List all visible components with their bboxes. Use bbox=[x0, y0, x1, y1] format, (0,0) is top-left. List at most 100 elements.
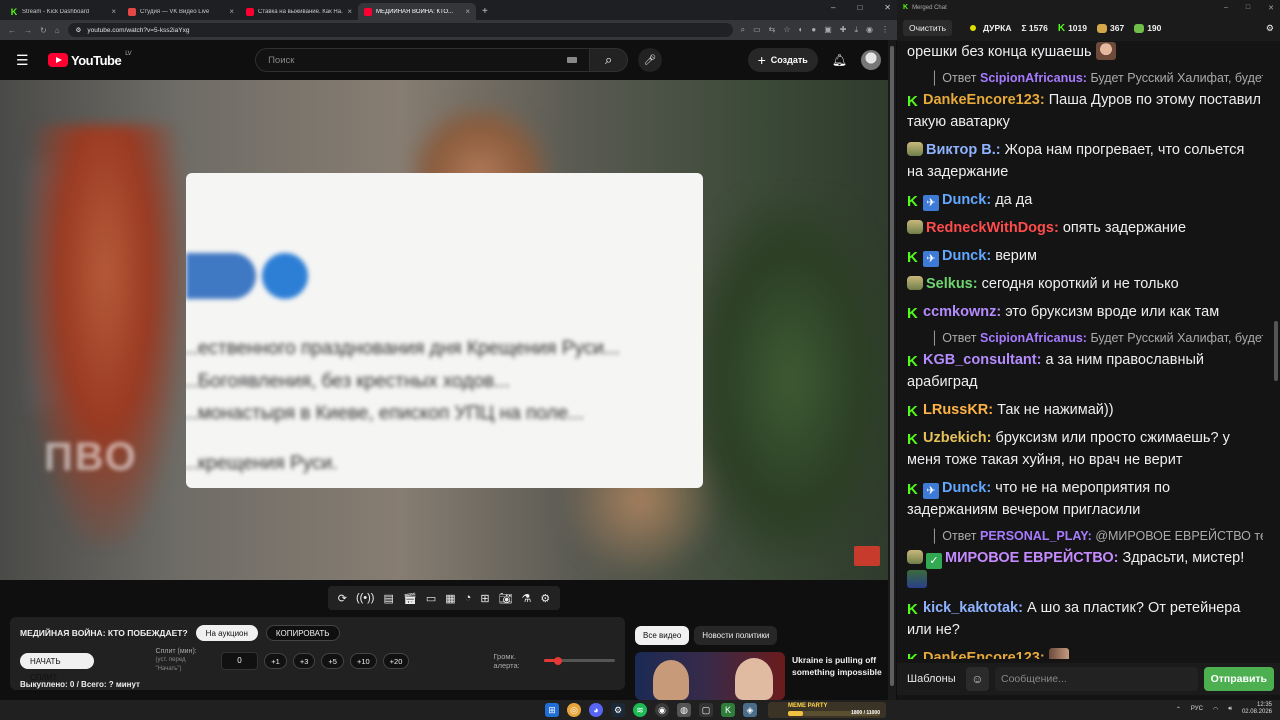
add-3-button[interactable]: +3 bbox=[292, 652, 316, 669]
chat-username[interactable]: DankeEncore123: bbox=[923, 92, 1045, 108]
app-icon[interactable]: ▢ bbox=[699, 703, 713, 717]
chat-username[interactable]: KGB_consultant: bbox=[923, 352, 1041, 368]
back-icon[interactable]: ← bbox=[8, 26, 16, 35]
chat-username[interactable]: LRussKR: bbox=[923, 402, 993, 418]
camera-icon[interactable]: 📷︎ bbox=[499, 592, 513, 605]
translate-icon[interactable]: ⇆ bbox=[769, 25, 776, 35]
new-tab-button[interactable]: + bbox=[482, 6, 488, 20]
create-button[interactable]: + Создать bbox=[747, 48, 818, 72]
profile-icon[interactable]: ◉ bbox=[866, 25, 873, 35]
notifications-bell-icon[interactable]: 🔔︎ bbox=[832, 53, 847, 67]
chat-username[interactable]: МИРОВОЕ ЕВРЕЙСТВО: bbox=[945, 550, 1118, 566]
reply-context[interactable]: │ Ответ PERSONAL_PLAY: @МИРОВОЕ ЕВРЕЙСТВ… bbox=[907, 527, 1263, 545]
bookmark-star-icon[interactable]: ☆ bbox=[783, 25, 790, 35]
close-tab-icon[interactable]: × bbox=[229, 7, 234, 16]
channel-watermark[interactable] bbox=[854, 546, 880, 566]
playlist-icon[interactable]: ▤ bbox=[383, 592, 393, 605]
split-minutes-input[interactable]: 0 bbox=[220, 651, 259, 670]
crop-icon[interactable]: ▭ bbox=[426, 592, 436, 605]
discord-icon[interactable]: ◕ bbox=[589, 703, 603, 717]
search-input[interactable]: Поиск bbox=[255, 48, 591, 72]
extension-icon[interactable]: ◐ bbox=[799, 25, 804, 35]
volume-icon[interactable]: 🔊︎ bbox=[1228, 706, 1232, 713]
settings-gear-icon[interactable]: ⚙ bbox=[1266, 23, 1274, 34]
film-strip-icon[interactable]: ▦ bbox=[445, 592, 455, 605]
youtube-logo[interactable]: YouTube LV bbox=[48, 51, 132, 68]
minimize-icon[interactable]: – bbox=[831, 3, 835, 12]
download-icon[interactable]: ⤓ bbox=[854, 25, 858, 35]
copy-button[interactable]: КОПИРОВАТЬ bbox=[265, 625, 340, 641]
chat-username[interactable]: Виктор В.: bbox=[926, 142, 1001, 158]
chrome-icon[interactable]: ◎ bbox=[567, 703, 581, 717]
chat-username[interactable]: Dunck: bbox=[942, 248, 991, 264]
add-box-icon[interactable]: ⊞ bbox=[480, 592, 489, 605]
site-info-icon[interactable]: ⚙ bbox=[76, 26, 82, 34]
voice-search-button[interactable]: 🎤︎ bbox=[638, 48, 663, 72]
forward-icon[interactable]: → bbox=[24, 26, 32, 35]
obs-icon[interactable]: ◉ bbox=[655, 703, 669, 717]
language-indicator[interactable]: РУС bbox=[1191, 706, 1203, 712]
extension-icon[interactable]: ▣ bbox=[824, 25, 832, 35]
chip-all-videos[interactable]: Все видео bbox=[635, 626, 690, 645]
close-tab-icon[interactable]: × bbox=[347, 7, 352, 16]
loop-icon[interactable]: ⟳ bbox=[338, 592, 347, 605]
minimize-icon[interactable]: – bbox=[1224, 4, 1228, 12]
chat-username[interactable]: RedneckWithDogs: bbox=[926, 220, 1059, 236]
app-icon[interactable]: ◍ bbox=[677, 703, 691, 717]
maximize-icon[interactable]: □ bbox=[1246, 4, 1250, 12]
app-icon[interactable]: ◈ bbox=[743, 703, 757, 717]
steam-icon[interactable]: ⚙ bbox=[611, 703, 625, 717]
hamburger-menu-icon[interactable]: ☰ bbox=[16, 52, 36, 69]
url-input[interactable]: ⚙ youtube.com/watch?v=5-kss2iaYxg bbox=[67, 23, 733, 37]
flask-icon[interactable]: ⚗ bbox=[522, 592, 532, 605]
chat-username[interactable]: Dunck: bbox=[942, 480, 991, 496]
add-1-button[interactable]: +1 bbox=[264, 652, 287, 669]
clear-chat-button[interactable]: Очистить bbox=[903, 20, 953, 36]
chat-username[interactable]: ccmkownz: bbox=[923, 304, 1001, 320]
reply-context[interactable]: │ Ответ ScipionAfricanus: Будет Русский … bbox=[907, 69, 1263, 87]
chat-username[interactable]: kick_kaktotak: bbox=[923, 600, 1023, 616]
meme-party-widget[interactable]: MEME PARTY 1800 / 11000 bbox=[768, 702, 886, 718]
page-scrollbar[interactable] bbox=[888, 40, 896, 700]
avatar[interactable] bbox=[861, 50, 881, 70]
extension-icon[interactable]: ● bbox=[811, 25, 816, 35]
wifi-icon[interactable]: ◠ bbox=[1213, 706, 1218, 713]
close-tab-icon[interactable]: × bbox=[111, 7, 116, 16]
close-window-icon[interactable]: ✕ bbox=[884, 3, 891, 12]
settings-gear-icon[interactable]: ⚙ bbox=[540, 592, 550, 605]
search-button[interactable]: ⌕ bbox=[590, 48, 629, 72]
emoji-picker-button[interactable]: ☺ bbox=[965, 667, 989, 691]
close-tab-icon[interactable]: × bbox=[465, 7, 470, 16]
chat-scrollbar[interactable] bbox=[1273, 41, 1279, 659]
chat-username[interactable]: DankeEncore123: bbox=[923, 650, 1045, 659]
recommended-video-title[interactable]: Ukraine is pulling off something impossi… bbox=[792, 654, 884, 678]
tab-youtube-active[interactable]: МЕДИЙНАЯ ВОЙНА: КТО... × bbox=[358, 3, 476, 20]
speedometer-icon[interactable]: ◔ bbox=[465, 592, 472, 604]
close-window-icon[interactable]: ✕ bbox=[1268, 4, 1274, 12]
spotify-icon[interactable]: ≋ bbox=[633, 703, 647, 717]
add-10-button[interactable]: +10 bbox=[349, 652, 377, 669]
chip-politics-news[interactable]: Новости политики bbox=[694, 626, 778, 645]
slider-knob[interactable] bbox=[554, 656, 563, 665]
chat-message-list[interactable]: орешки без конца кушаешь │ Ответ Scipion… bbox=[897, 41, 1273, 659]
windows-start-icon[interactable]: ⊞ bbox=[545, 703, 559, 717]
to-auction-button[interactable]: На аукцион bbox=[195, 625, 258, 641]
start-split-button[interactable]: НАЧАТЬ СПЛИТ bbox=[20, 652, 94, 682]
send-button[interactable]: Отправить bbox=[1203, 667, 1274, 691]
cast-icon[interactable]: ▭ bbox=[753, 25, 761, 35]
alert-volume-slider[interactable] bbox=[544, 656, 615, 665]
reload-icon[interactable]: ↻ bbox=[40, 26, 47, 35]
chat-username[interactable]: Selkus: bbox=[926, 276, 978, 292]
chat-username[interactable]: Uzbekich: bbox=[923, 430, 992, 446]
add-5-button[interactable]: +5 bbox=[321, 652, 344, 669]
extensions-puzzle-icon[interactable]: ✚ bbox=[840, 25, 847, 35]
tab-vk-studio[interactable]: Студия — VK Видео Live × bbox=[122, 3, 240, 20]
templates-button[interactable]: Шаблоны bbox=[903, 673, 960, 685]
system-clock[interactable]: 12:35 02.08.2026 bbox=[1242, 702, 1272, 716]
scrollbar-thumb[interactable] bbox=[890, 46, 894, 686]
tray-chevron-icon[interactable]: ⌃ bbox=[1176, 706, 1181, 713]
maximize-icon[interactable]: □ bbox=[857, 3, 862, 12]
scrollbar-thumb[interactable] bbox=[1274, 321, 1278, 381]
chat-username[interactable]: Dunck: bbox=[942, 192, 991, 208]
clapper-icon[interactable]: 🎬︎ bbox=[403, 592, 417, 605]
